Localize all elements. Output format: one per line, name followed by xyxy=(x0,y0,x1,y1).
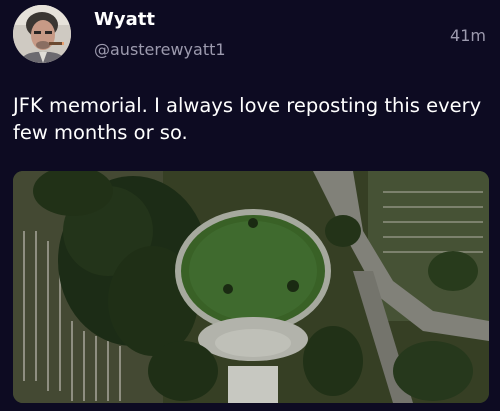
post-media-image[interactable] xyxy=(13,171,489,403)
aerial-memorial-image xyxy=(13,171,489,403)
author-handle[interactable]: @austerewyatt1 xyxy=(94,40,226,60)
post-card[interactable]: Wyatt @austerewyatt1 41m JFK memorial. I… xyxy=(0,0,500,411)
avatar[interactable] xyxy=(13,5,71,63)
post-text: JFK memorial. I always love reposting th… xyxy=(13,94,482,144)
author-display-name[interactable]: Wyatt xyxy=(94,9,155,31)
post-timestamp[interactable]: 41m xyxy=(450,26,486,46)
avatar-photo xyxy=(13,5,71,63)
